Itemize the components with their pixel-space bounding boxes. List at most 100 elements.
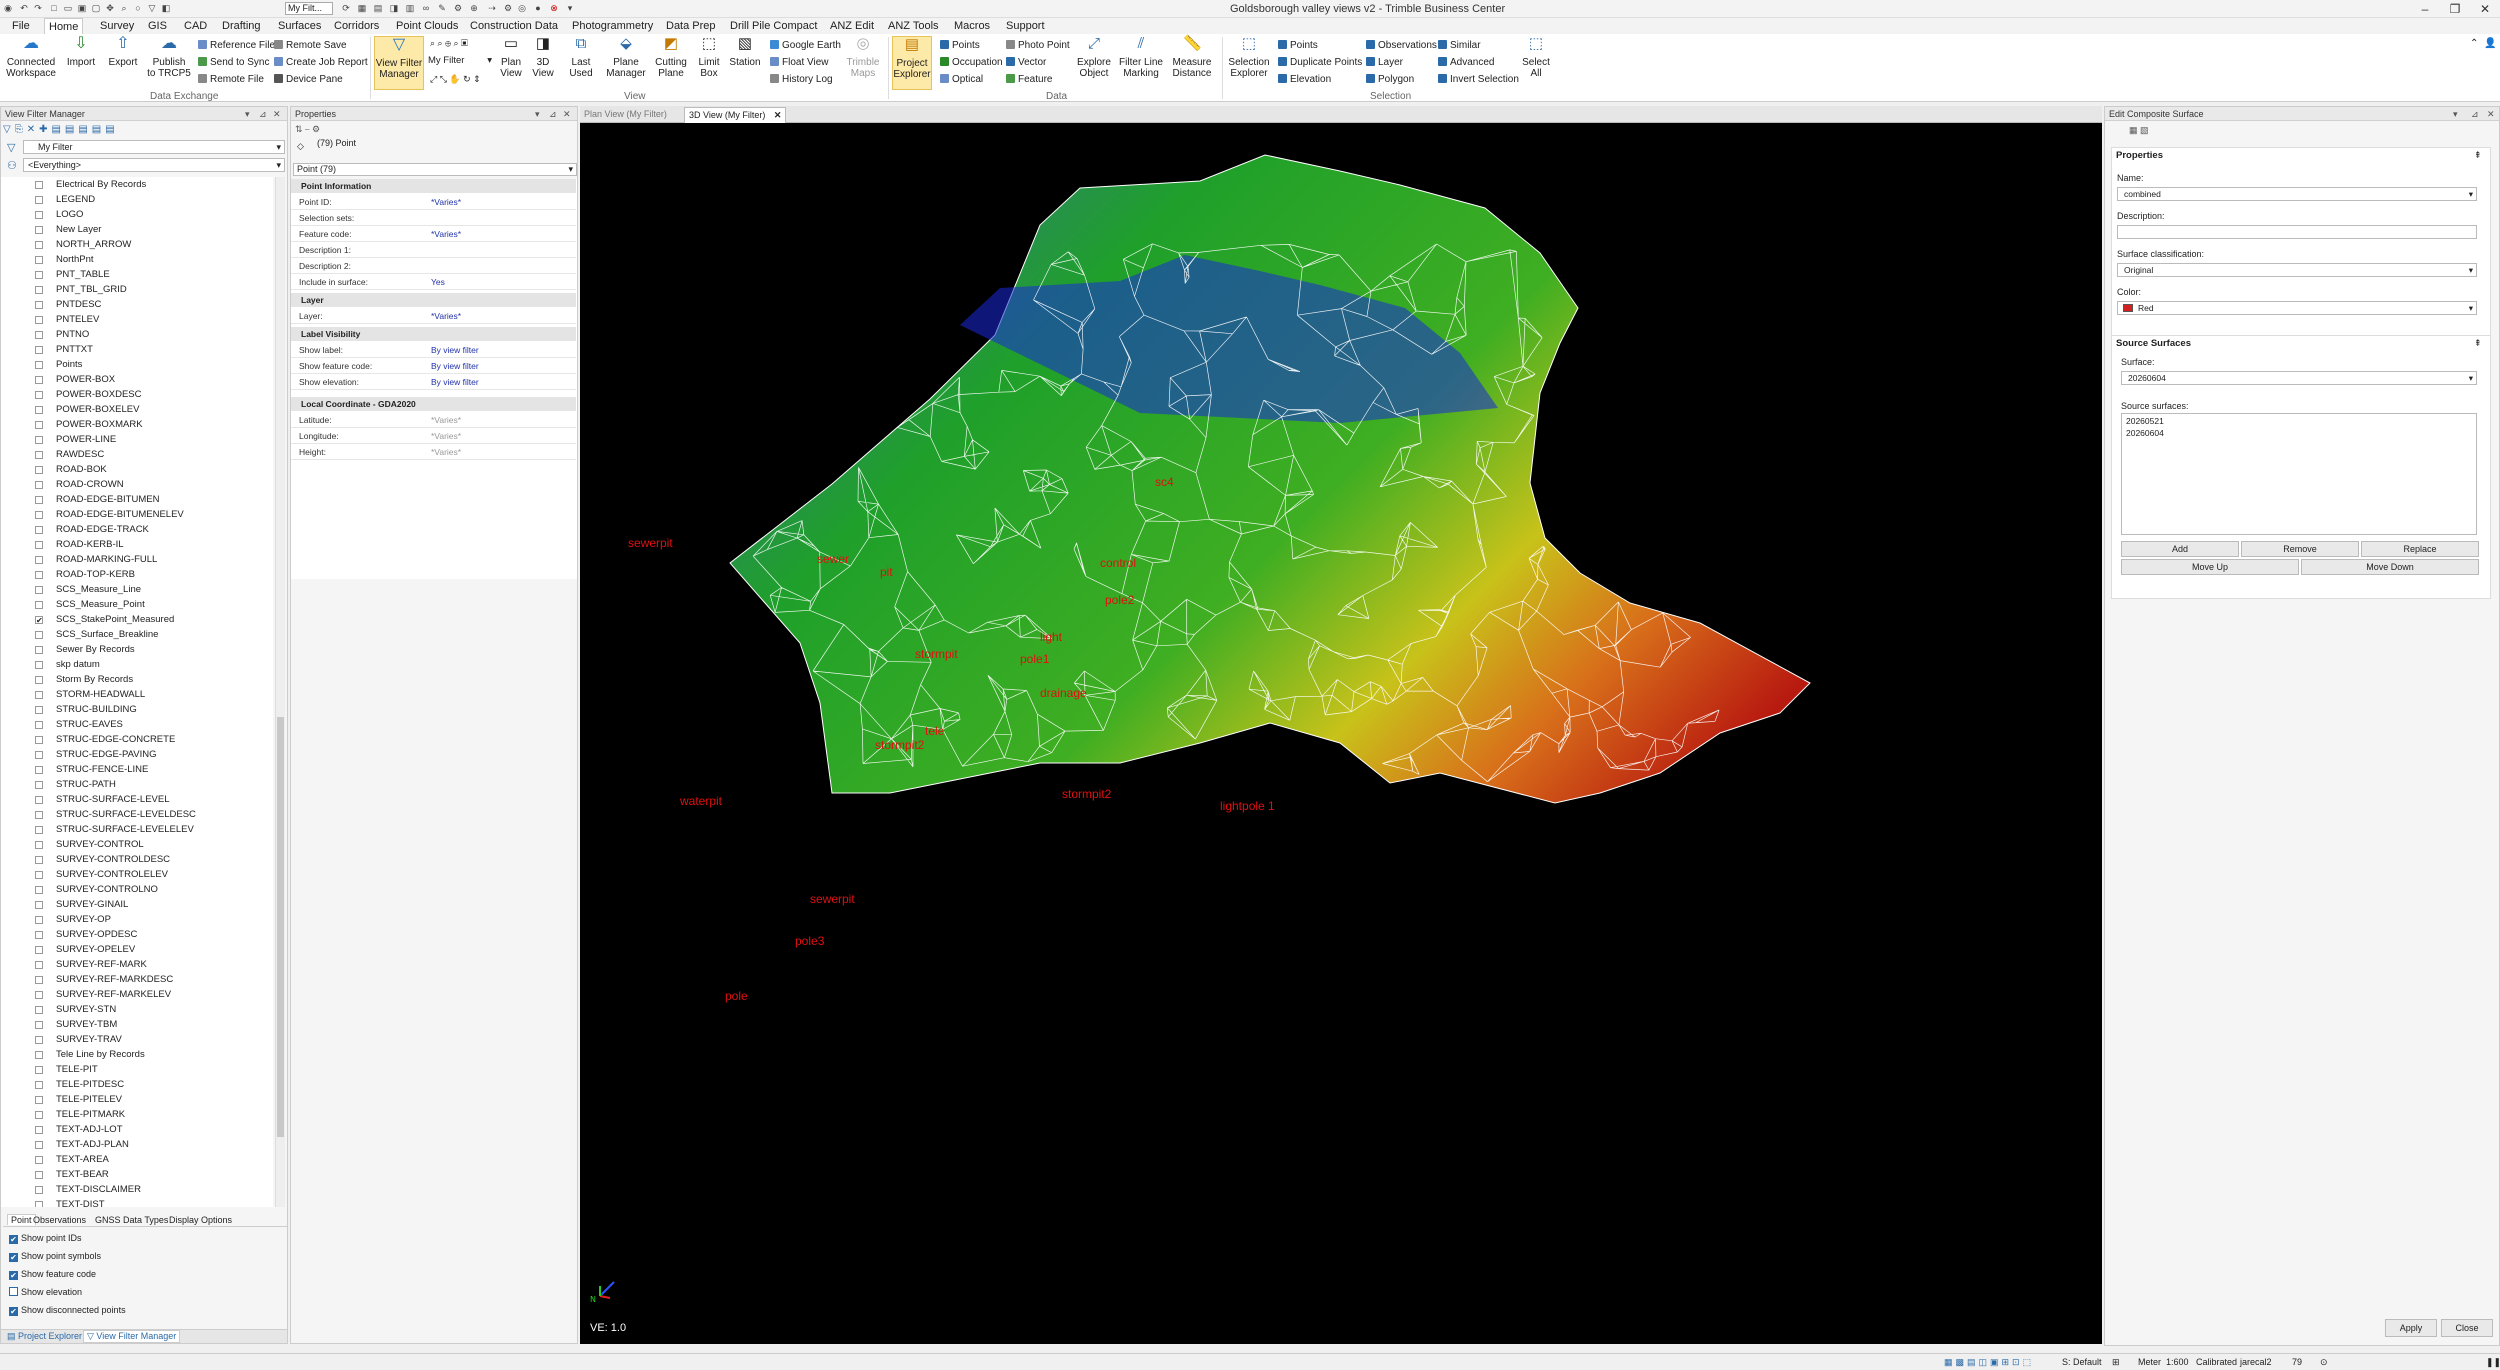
vfm-toolbar[interactable]: ▽⎘✕✚▤▤▤▤▤ [3, 124, 283, 136]
reference-file-button[interactable]: Reference File [198, 40, 275, 51]
layer-item[interactable]: PNT_TBL_GRID [1, 282, 271, 297]
layer-checkbox[interactable] [35, 976, 43, 984]
property-value[interactable]: *Varies* [431, 445, 461, 460]
layer-item[interactable]: POWER-BOX [1, 372, 271, 387]
layer-item[interactable]: POWER-LINE [1, 432, 271, 447]
point-label[interactable]: sewerpit [628, 536, 673, 550]
plan-view-button[interactable]: ▭ Plan View [496, 36, 526, 79]
menu-photogrammetry[interactable]: Photogrammetry [568, 20, 657, 32]
layer-item[interactable]: SURVEY-REF-MARKELEV [1, 987, 271, 1002]
layer-item[interactable]: ROAD-EDGE-BITUMENELEV [1, 507, 271, 522]
units[interactable]: Meter [2138, 1357, 2161, 1367]
property-section[interactable]: Label Visibility [291, 327, 576, 341]
name-dropdown[interactable]: combined ▾ [2117, 187, 2477, 201]
layer-checkbox[interactable] [35, 856, 43, 864]
panel-close-icon[interactable]: ✕ [273, 107, 281, 121]
layer-checkbox[interactable] [35, 676, 43, 684]
layer-checkbox[interactable] [35, 331, 43, 339]
layer-item[interactable]: SURVEY-OPELEV [1, 942, 271, 957]
close-button[interactable]: Close [2441, 1319, 2493, 1337]
panel-close-icon[interactable]: ✕ [2487, 107, 2495, 121]
filter-select[interactable]: My Filter ▾ [428, 54, 492, 68]
layer-item[interactable]: TEXT-ADJ-PLAN [1, 1137, 271, 1152]
project-explorer-tab[interactable]: ▤ Project Explorer [7, 1331, 82, 1342]
layer-checkbox[interactable] [35, 481, 43, 489]
point-label[interactable]: stormpit2 [1062, 787, 1112, 801]
source-surfaces-list[interactable]: 20260521 20260604 [2121, 413, 2477, 535]
layer-item[interactable]: SCS_Measure_Line [1, 582, 271, 597]
filter-dropdown[interactable]: My Filter ▾ [23, 140, 285, 154]
point-label[interactable]: tele [925, 724, 945, 738]
redo-icon[interactable]: ↷ [32, 3, 44, 14]
layer-item[interactable]: ROAD-EDGE-BITUMEN [1, 492, 271, 507]
remote-save-button[interactable]: Remote Save [274, 40, 347, 51]
limit-box-button[interactable]: ⬚ Limit Box [694, 36, 724, 79]
layer-item[interactable]: PNTELEV [1, 312, 271, 327]
filter-line-marking-button[interactable]: ⫽ Filter Line Marking [1118, 36, 1164, 79]
layer-group-dropdown[interactable]: <Everything> ▾ [23, 158, 285, 172]
selection-icon[interactable]: ⊙ [2320, 1357, 2328, 1368]
point-label[interactable]: waterpit [679, 794, 723, 808]
menu-file[interactable]: File [8, 20, 34, 32]
layer-checkbox[interactable] [35, 1141, 43, 1149]
folder-icon[interactable]: ▥ [404, 3, 416, 14]
property-row[interactable]: Description 2: [291, 259, 576, 274]
layer-item[interactable]: SURVEY-REF-MARK [1, 957, 271, 972]
property-row[interactable]: Show label: By view filter [291, 343, 576, 358]
layer-item[interactable]: RAWDESC [1, 447, 271, 462]
layer-checkbox[interactable] [35, 706, 43, 714]
layer-item[interactable]: TELE-PIT [1, 1062, 271, 1077]
layer-checkbox[interactable] [35, 1036, 43, 1044]
select-similar-button[interactable]: Similar [1438, 40, 1481, 51]
property-section[interactable]: Layer [291, 293, 576, 307]
select-observations-button[interactable]: Observations [1366, 40, 1437, 51]
save-icon[interactable]: ▣ [76, 3, 88, 14]
layer-checkbox[interactable] [35, 316, 43, 324]
layer-checkbox[interactable] [35, 271, 43, 279]
point-label[interactable]: pit [880, 565, 893, 579]
layer-item[interactable]: SURVEY-TRAV [1, 1032, 271, 1047]
property-value[interactable]: *Varies* [431, 429, 461, 444]
selection-explorer-button[interactable]: ⬚ Selection Explorer [1226, 36, 1272, 79]
layer-item[interactable]: Sewer By Records [1, 642, 271, 657]
layer-checkbox[interactable] [35, 1111, 43, 1119]
option-checkbox[interactable]: ✔ [9, 1271, 18, 1280]
property-value[interactable]: *Varies* [431, 195, 461, 210]
layer-checkbox[interactable] [35, 811, 43, 819]
layer-checkbox[interactable] [35, 1051, 43, 1059]
tab-display-options[interactable]: Display Options [169, 1215, 232, 1225]
layer-checkbox[interactable] [35, 526, 43, 534]
description-field[interactable] [2117, 225, 2477, 239]
last-used-button[interactable]: ⧉ Last Used [564, 36, 598, 79]
layer-list-scrollbar[interactable] [275, 177, 285, 1207]
layer-item[interactable]: Points [1, 357, 271, 372]
menu-cad[interactable]: CAD [180, 20, 211, 32]
layer-item[interactable]: NorthPnt [1, 252, 271, 267]
tools-icon[interactable]: ⚙ [452, 3, 464, 14]
property-section[interactable]: Local Coordinate - GDA2020 [291, 397, 576, 411]
layer-checkbox[interactable] [35, 571, 43, 579]
layer-checkbox[interactable] [35, 511, 43, 519]
point-label[interactable]: pole3 [795, 934, 825, 948]
layer-item[interactable]: LOGO [1, 207, 271, 222]
layer-checkbox[interactable] [35, 376, 43, 384]
point-label[interactable]: pole2 [1105, 593, 1135, 607]
history-log-button[interactable]: History Log [770, 74, 833, 85]
zoom-tools[interactable]: ⌕ ⌕ ⊕ ⌕ ▣ [430, 38, 468, 49]
layer-checkbox[interactable] [35, 496, 43, 504]
layer-checkbox[interactable] [35, 1156, 43, 1164]
select-layer-button[interactable]: Layer [1366, 57, 1403, 68]
replace-button[interactable]: Replace [2361, 541, 2479, 557]
layer-checkbox[interactable] [35, 391, 43, 399]
open-icon[interactable]: ▭ [62, 3, 74, 14]
gear-icon[interactable]: ⚙ [502, 3, 514, 14]
measure-distance-button[interactable]: 📏 Measure Distance [1168, 36, 1216, 79]
property-row[interactable]: Selection sets: [291, 211, 576, 226]
layer-checkbox[interactable] [35, 1171, 43, 1179]
view-filter-manager-tab[interactable]: ▽ View Filter Manager [83, 1330, 181, 1343]
layer-checkbox[interactable] [35, 901, 43, 909]
link-icon[interactable]: ∞ [420, 3, 432, 14]
option-item[interactable]: Show elevation [9, 1285, 82, 1299]
feature-button[interactable]: Feature [1006, 74, 1052, 85]
point-label[interactable]: sewer [817, 552, 849, 566]
